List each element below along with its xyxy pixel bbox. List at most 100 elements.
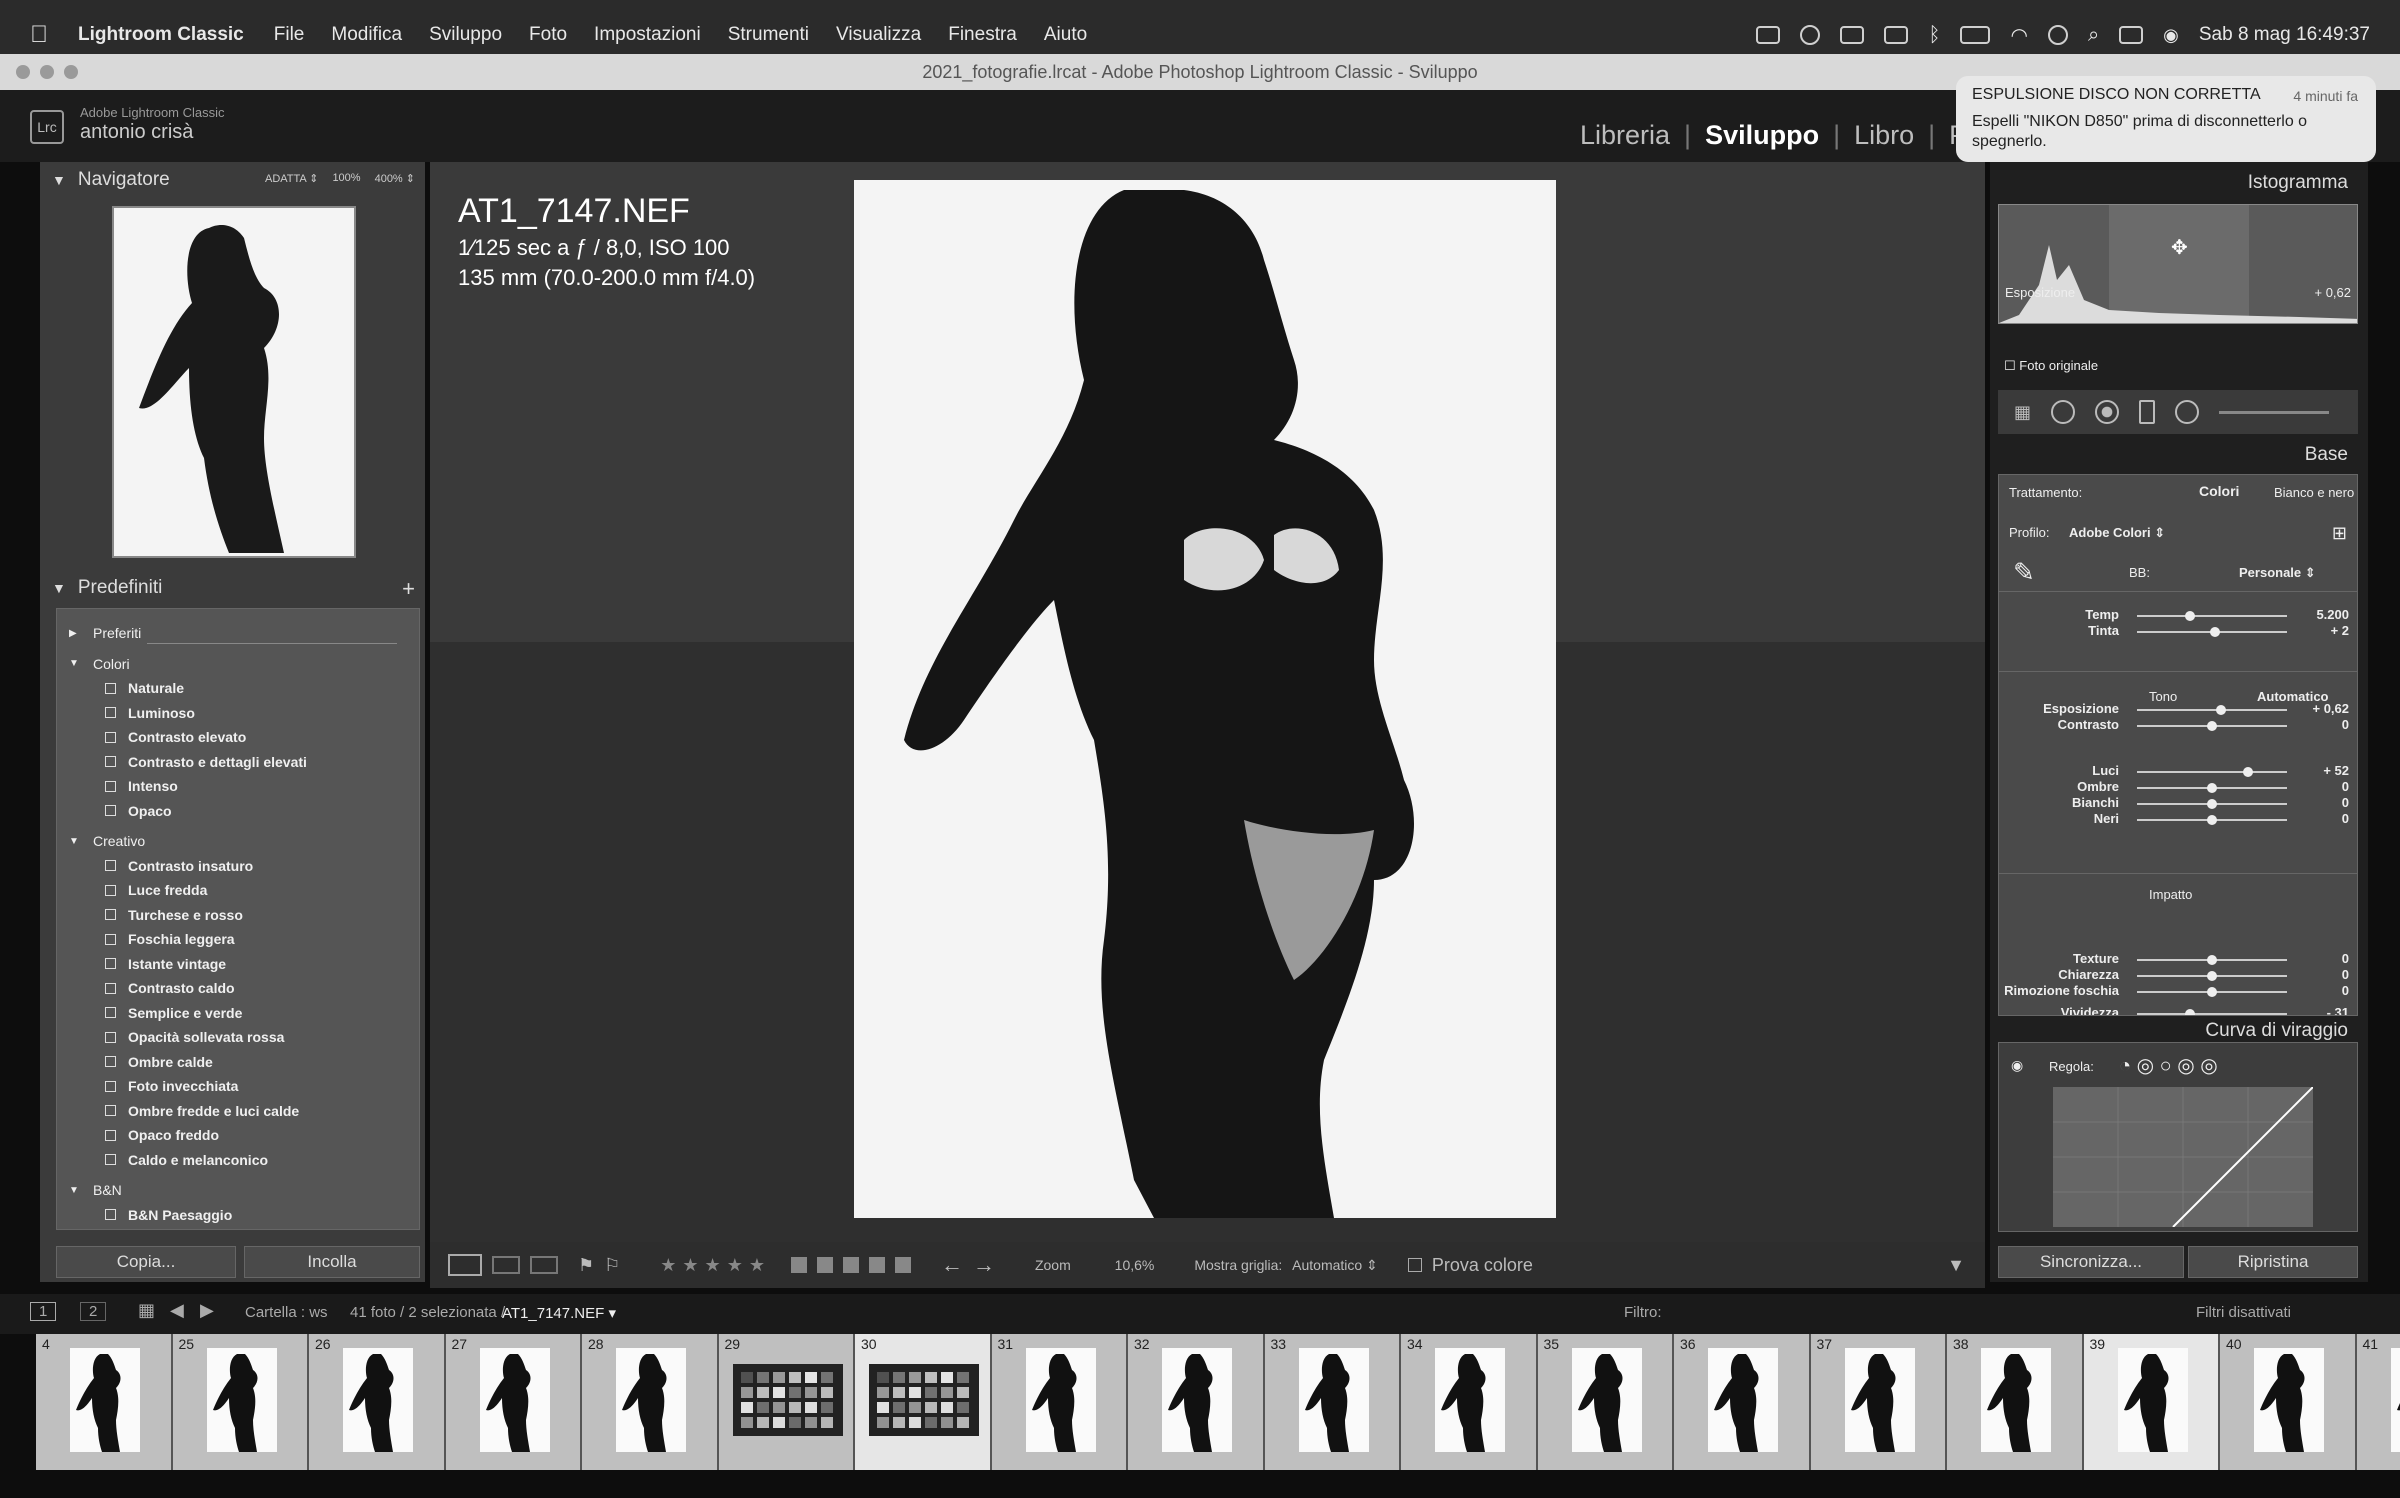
brush-slider-icon[interactable] <box>2219 410 2330 414</box>
soft-proof-toggle[interactable]: Prova colore <box>1407 1255 1533 1276</box>
filmstrip-thumbnail[interactable]: 32 <box>1128 1334 1265 1470</box>
navigator-preview[interactable] <box>112 206 356 558</box>
zoom-400-option[interactable]: 400% ⇕ <box>375 172 415 185</box>
presets-header[interactable]: ▼ Predefiniti + <box>40 570 425 606</box>
navigator-header[interactable]: ▼ Navigatore ADATTA ⇕ 100% 400% ⇕ <box>40 162 425 198</box>
tone-curve-title[interactable]: Curva di viraggio <box>2205 1020 2348 1042</box>
preset-item[interactable]: Opaco freddo <box>57 1123 419 1148</box>
slider-track[interactable] <box>2137 721 2287 731</box>
radial-filter-icon[interactable] <box>2175 400 2200 424</box>
add-preset-icon[interactable]: + <box>402 576 415 602</box>
treatment-color-option[interactable]: Colori <box>2199 483 2239 499</box>
expand-triangle-icon[interactable]: ▶ <box>69 628 83 639</box>
collapse-triangle-icon[interactable]: ▼ <box>69 1185 83 1196</box>
menu-finestra[interactable]: Finestra <box>948 24 1017 46</box>
slider-value[interactable]: 0 <box>2289 983 2349 998</box>
color-label-green[interactable] <box>842 1257 859 1273</box>
display-icon[interactable] <box>1840 26 1865 44</box>
preset-item[interactable]: Istante vintage <box>57 952 419 977</box>
close-window-icon[interactable] <box>16 65 30 79</box>
window-2-button[interactable]: 2 <box>80 1302 107 1321</box>
slider-track[interactable] <box>2137 611 2287 621</box>
filmstrip-thumbnail[interactable]: 41 <box>2356 1334 2400 1470</box>
folder-source[interactable]: Cartella : ws <box>245 1304 328 1321</box>
preset-item[interactable]: Opacità sollevata rossa <box>57 1025 419 1050</box>
preset-group[interactable]: ▼ Creativo <box>57 829 419 854</box>
collapse-triangle-icon[interactable]: ▼ <box>69 658 83 669</box>
zoom-fit-option[interactable]: ADATTA ⇕ <box>265 172 318 185</box>
menu-visualizza[interactable]: Visualizza <box>836 24 921 46</box>
grid-view-icon[interactable]: ▦ <box>138 1300 155 1321</box>
slider-track[interactable] <box>2137 971 2287 981</box>
show-original-toggle[interactable]: ☐ Foto originale <box>2004 358 2098 374</box>
slider-knob[interactable] <box>2216 705 2226 715</box>
slider-value[interactable]: 0 <box>2289 811 2349 826</box>
creative-cloud-icon[interactable] <box>1756 26 1781 44</box>
preset-item[interactable]: Turchese e rosso <box>57 903 419 928</box>
disk-eject-notification[interactable]: ESPULSIONE DISCO NON CORRETTA 4 minuti f… <box>1956 76 2376 162</box>
slider-track[interactable] <box>2137 987 2287 997</box>
profile-select[interactable]: Adobe Colori ⇕ <box>2069 525 2165 541</box>
filmstrip-thumbnail[interactable]: 36 <box>1674 1334 1811 1470</box>
preset-item[interactable]: Luminoso <box>57 701 419 726</box>
preset-item[interactable]: B&N Paesaggio <box>57 1203 419 1228</box>
collapse-triangle-icon[interactable]: ▼ <box>52 172 66 188</box>
slider-value[interactable]: 0 <box>2289 951 2349 966</box>
toolbar-menu-chevron-icon[interactable]: ▼ <box>1947 1255 1965 1276</box>
soft-proof-checkbox[interactable] <box>1407 1258 1422 1272</box>
slider-track[interactable] <box>2137 783 2287 793</box>
preset-item[interactable]: Contrasto caldo <box>57 976 419 1001</box>
slider-value[interactable]: 0 <box>2289 717 2349 732</box>
preset-item[interactable]: Semplice e verde <box>57 1001 419 1026</box>
slider-knob[interactable] <box>2207 783 2217 793</box>
color-label-yellow[interactable] <box>816 1257 833 1273</box>
apple-icon[interactable]:  <box>30 21 48 49</box>
slider-knob[interactable] <box>2207 815 2217 825</box>
zoom-window-icon[interactable] <box>64 65 78 79</box>
filmstrip-thumbnail[interactable]: 35 <box>1537 1334 1674 1470</box>
preset-item[interactable]: Contrasto e dettagli elevati <box>57 750 419 775</box>
preset-item[interactable]: Contrasto insaturo <box>57 854 419 879</box>
preset-item[interactable]: Caldo e melanconico <box>57 1148 419 1173</box>
slider-value[interactable]: 0 <box>2289 779 2349 794</box>
module-libro[interactable]: Libro <box>1854 120 1914 150</box>
reject-flag-icon[interactable]: ⚐ <box>604 1255 620 1276</box>
menu-file[interactable]: File <box>274 24 305 46</box>
back-arrow-icon[interactable]: ◀ <box>170 1300 184 1321</box>
user-icon[interactable] <box>2047 25 2068 45</box>
filmstrip-thumbnail[interactable]: 27 <box>445 1334 582 1470</box>
slider-track[interactable] <box>2137 767 2287 777</box>
collapse-triangle-icon[interactable]: ▼ <box>52 580 66 596</box>
grid-value[interactable]: Automatico ⇕ <box>1292 1257 1378 1273</box>
slider-value[interactable]: - 31 <box>2289 1005 2349 1015</box>
filmstrip-thumbnail[interactable]: 33 <box>1264 1334 1401 1470</box>
menu-foto[interactable]: Foto <box>529 24 567 46</box>
zoom-100-option[interactable]: 100% <box>332 172 360 185</box>
loupe-view-icon[interactable] <box>448 1254 482 1276</box>
preset-item[interactable]: Contrasto elevato <box>57 725 419 750</box>
preset-item[interactable]: Foto invecchiata <box>57 1074 419 1099</box>
color-label-red[interactable] <box>790 1257 807 1273</box>
filmstrip-thumbnail[interactable]: 38 <box>1947 1334 2084 1470</box>
minimize-window-icon[interactable] <box>40 65 54 79</box>
before-after-icon[interactable] <box>492 1256 520 1274</box>
slider-track[interactable] <box>2137 815 2287 825</box>
tone-curve-graph[interactable] <box>2053 1087 2313 1227</box>
original-checkbox-icon[interactable]: ☐ <box>2004 358 2016 373</box>
filmstrip-thumbnail[interactable]: 31 <box>991 1334 1128 1470</box>
slider-value[interactable]: + 2 <box>2289 623 2349 638</box>
preset-group[interactable]: ▼ B&N <box>57 1178 419 1203</box>
slider-value[interactable]: + 0,62 <box>2289 701 2349 716</box>
preset-group[interactable]: ▼ Colori <box>57 652 419 677</box>
slider-track[interactable] <box>2137 955 2287 965</box>
app-menu[interactable]: Lightroom Classic <box>78 24 244 46</box>
filmstrip-thumbnail[interactable]: 4 <box>36 1334 173 1470</box>
paste-button[interactable]: Incolla <box>244 1246 420 1278</box>
slider-track[interactable] <box>2137 799 2287 809</box>
menu-sviluppo[interactable]: Sviluppo <box>429 24 502 46</box>
main-photo[interactable] <box>854 180 1556 1218</box>
slider-track[interactable] <box>2137 627 2287 637</box>
red-eye-icon[interactable] <box>2095 400 2120 424</box>
time-machine-icon[interactable] <box>1800 25 1821 45</box>
bluetooth-icon[interactable]: ᛒ <box>1928 24 1940 47</box>
